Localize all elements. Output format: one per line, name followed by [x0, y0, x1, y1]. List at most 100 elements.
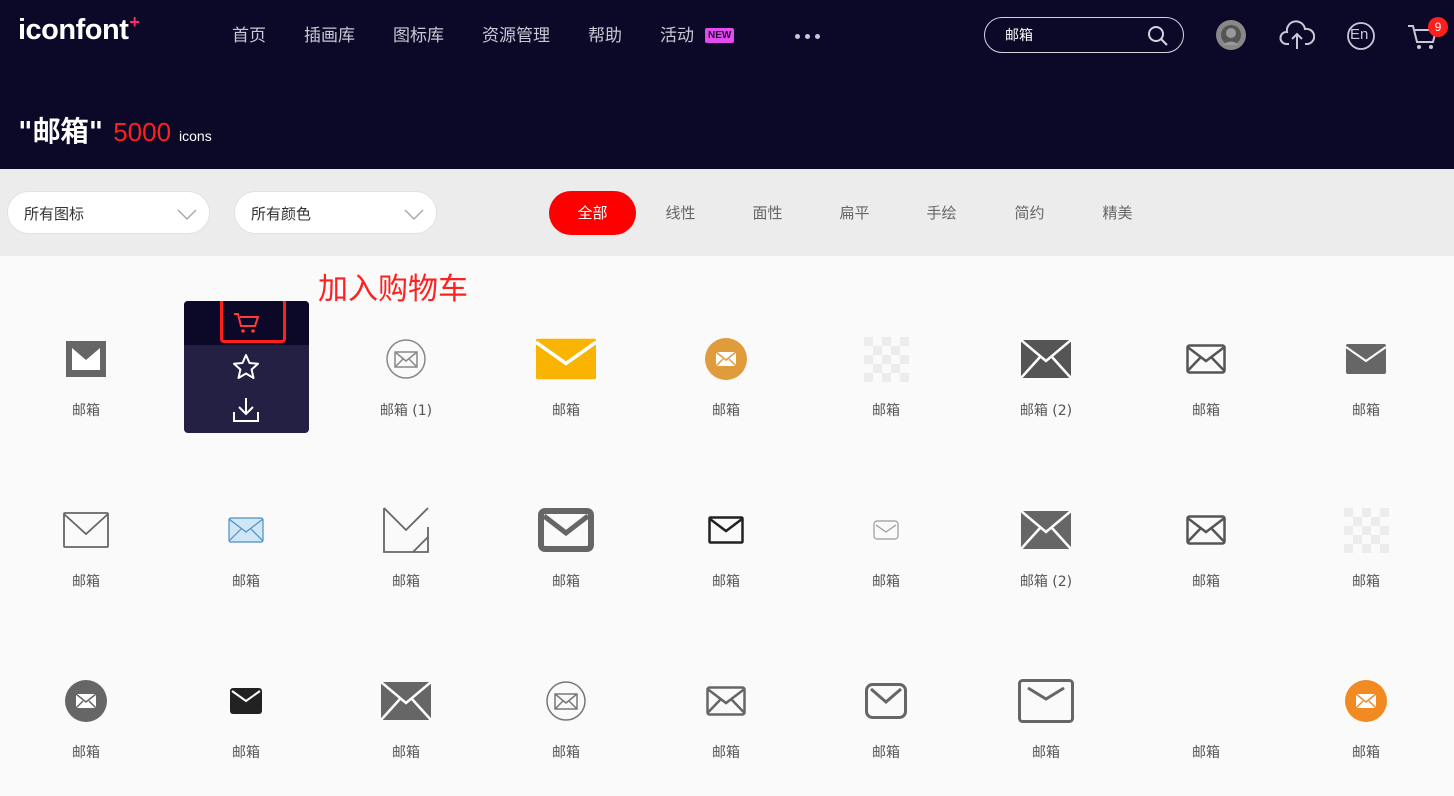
- envelope-icon: [376, 671, 436, 731]
- nav-help[interactable]: 帮助: [588, 24, 622, 48]
- icon-card[interactable]: 邮箱: [1286, 480, 1446, 630]
- add-to-cart-annotation: 加入购物车: [318, 272, 468, 307]
- tab-fill[interactable]: 面性: [724, 191, 811, 235]
- envelope-icon: [856, 671, 916, 731]
- tab-flat[interactable]: 扁平: [811, 191, 898, 235]
- icon-card[interactable]: 邮箱: [806, 309, 966, 459]
- language-label: En: [1350, 26, 1369, 43]
- add-to-cart-icon[interactable]: [233, 311, 261, 339]
- icon-name: 邮箱 (2): [1019, 403, 1073, 419]
- icon-card[interactable]: 邮箱: [6, 309, 166, 459]
- envelope-icon: [1176, 671, 1236, 731]
- icon-card[interactable]: 邮箱: [1286, 651, 1446, 796]
- icon-card[interactable]: 邮箱: [1286, 309, 1446, 459]
- icon-name: 邮箱: [872, 574, 900, 590]
- search-input[interactable]: [1005, 25, 1145, 45]
- icon-name: 邮箱: [1192, 403, 1220, 419]
- chevron-down-icon: [404, 209, 424, 221]
- download-icon[interactable]: [232, 396, 260, 428]
- icon-name: 邮箱: [1032, 745, 1060, 761]
- tab-exquisite[interactable]: 精美: [1074, 191, 1161, 235]
- icon-card[interactable]: 邮箱: [486, 480, 646, 630]
- icon-name: 邮箱: [552, 403, 580, 419]
- collect-star-icon[interactable]: [232, 353, 260, 385]
- icon-card[interactable]: 邮箱: [486, 309, 646, 459]
- icon-card[interactable]: 邮箱: [646, 651, 806, 796]
- icon-name: 邮箱: [1192, 574, 1220, 590]
- avatar-icon[interactable]: [1215, 18, 1247, 56]
- envelope-icon: [536, 500, 596, 560]
- icon-card[interactable]: 邮箱: [966, 651, 1126, 796]
- icon-card[interactable]: 邮箱: [326, 651, 486, 796]
- nav-activity[interactable]: 活动 NEW: [660, 24, 735, 48]
- icon-card[interactable]: 邮箱: [806, 651, 966, 796]
- result-title: "邮箱" 5000 icons: [18, 110, 212, 150]
- envelope-icon: [856, 329, 916, 389]
- envelope-icon: [376, 329, 436, 389]
- icon-name: 邮箱 (2): [1019, 574, 1073, 590]
- envelope-icon: [1176, 329, 1236, 389]
- icon-name: 邮箱: [1352, 403, 1380, 419]
- icon-card[interactable]: 邮箱: [646, 480, 806, 630]
- tab-line[interactable]: 线性: [637, 191, 724, 235]
- icon-card[interactable]: 邮箱 (2): [966, 309, 1126, 459]
- icon-card[interactable]: 邮箱: [1126, 651, 1286, 796]
- main-nav: 首页 插画库 图标库 资源管理 帮助 活动 NEW: [232, 24, 735, 48]
- tab-hand-drawn[interactable]: 手绘: [898, 191, 985, 235]
- nav-home[interactable]: 首页: [232, 24, 266, 48]
- new-badge: NEW: [705, 28, 735, 43]
- icon-card[interactable]: 邮箱: [1126, 480, 1286, 630]
- icon-name: 邮箱: [552, 574, 580, 590]
- upload-cloud-icon[interactable]: [1279, 18, 1316, 56]
- icon-card[interactable]: 邮箱 (1): [326, 309, 486, 459]
- icon-name: 邮箱: [712, 574, 740, 590]
- icon-card[interactable]: 邮箱: [806, 480, 966, 630]
- envelope-icon: [216, 671, 276, 731]
- icon-card[interactable]: 邮箱: [6, 651, 166, 796]
- nav-icon-library[interactable]: 图标库: [393, 24, 444, 48]
- icon-card[interactable]: 邮箱 (2): [966, 480, 1126, 630]
- icon-card[interactable]: 邮箱: [6, 480, 166, 630]
- logo-mark: +: [129, 12, 140, 32]
- icon-name: 邮箱: [232, 745, 260, 761]
- icon-card[interactable]: 邮箱: [486, 651, 646, 796]
- icon-card[interactable]: 邮箱: [646, 309, 806, 459]
- icon-name: 邮箱: [72, 745, 100, 761]
- result-unit: icons: [179, 128, 212, 144]
- logo[interactable]: iconfont +: [18, 12, 140, 47]
- envelope-icon: [536, 329, 596, 389]
- envelope-icon: [56, 329, 116, 389]
- icon-name: 邮箱: [232, 574, 260, 590]
- icon-name: 邮箱 (1): [379, 403, 433, 419]
- result-count: 5000: [113, 117, 172, 147]
- icon-name: 邮箱: [392, 574, 420, 590]
- icon-card[interactable]: 邮箱: [166, 480, 326, 630]
- icon-card[interactable]: 邮箱: [166, 651, 326, 796]
- envelope-icon: [216, 500, 276, 560]
- envelope-icon: [376, 500, 436, 560]
- icon-name: 邮箱: [552, 745, 580, 761]
- nav-resource-manage[interactable]: 资源管理: [482, 24, 550, 48]
- tab-all[interactable]: 全部: [549, 191, 636, 235]
- icon-name: 邮箱: [872, 745, 900, 761]
- filter-bar: 所有图标 所有颜色 全部 线性 面性 扁平 手绘 简约 精美: [0, 169, 1454, 256]
- query-text: "邮箱": [18, 115, 104, 148]
- icon-name: 邮箱: [712, 403, 740, 419]
- icon-card[interactable]: 邮箱: [1126, 309, 1286, 459]
- chevron-down-icon: [177, 209, 197, 221]
- envelope-icon: [1016, 500, 1076, 560]
- nav-illustrations[interactable]: 插画库: [304, 24, 355, 48]
- tab-simple[interactable]: 简约: [986, 191, 1073, 235]
- icon-name: 邮箱: [1352, 574, 1380, 590]
- more-icon[interactable]: [795, 34, 820, 39]
- envelope-icon: [1336, 500, 1396, 560]
- color-select[interactable]: 所有颜色: [234, 191, 437, 234]
- icon-type-select[interactable]: 所有图标: [7, 191, 210, 234]
- icon-card[interactable]: 邮箱: [326, 480, 486, 630]
- envelope-icon: [536, 671, 596, 731]
- search-icon[interactable]: [1147, 25, 1169, 51]
- envelope-icon: [1016, 671, 1076, 731]
- top-header: iconfont+ 首页 插画库 图标库 资源管理 帮助 活动 NEW En 9…: [0, 0, 1454, 169]
- language-icon[interactable]: En: [1345, 18, 1377, 56]
- search-box[interactable]: [984, 17, 1184, 53]
